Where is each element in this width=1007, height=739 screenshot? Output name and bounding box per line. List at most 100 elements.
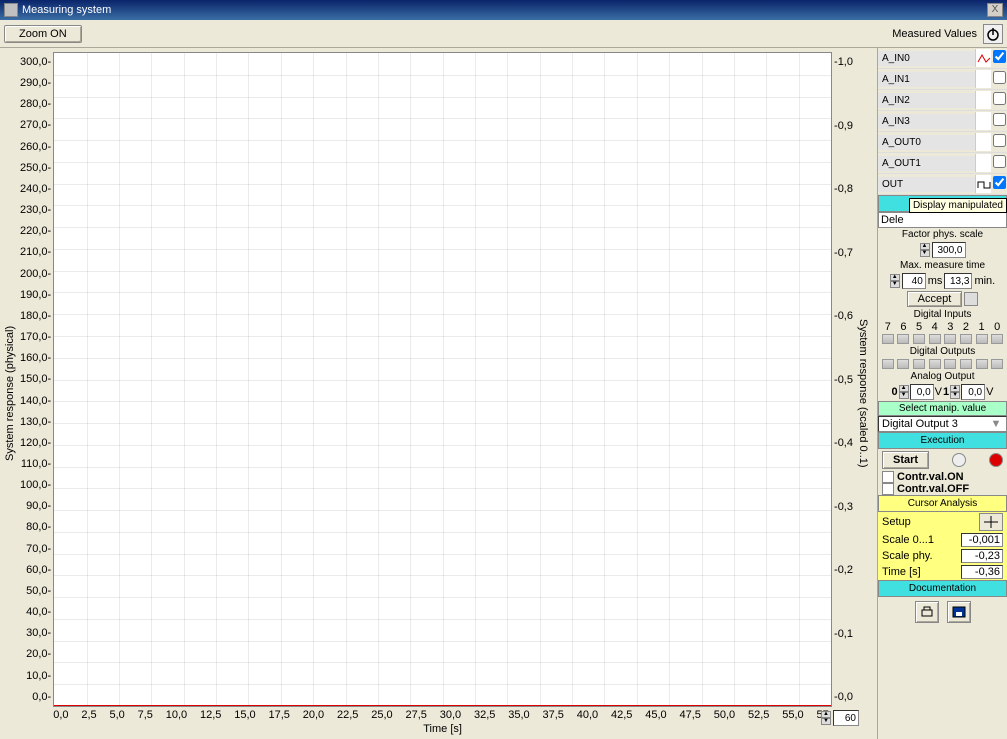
y-left-tick: 100,0- [20, 479, 51, 491]
time-label: Time [s] [882, 566, 921, 578]
din-slots [878, 333, 1007, 345]
xmax-down[interactable]: ▼ [821, 718, 831, 725]
signal-preview-icon [975, 49, 991, 67]
accept-button[interactable]: Accept [907, 291, 963, 307]
signal-label: A_IN3 [878, 114, 975, 129]
dout-slot[interactable] [960, 359, 972, 369]
signal-checkbox[interactable] [991, 71, 1007, 87]
dout-slot[interactable] [913, 359, 925, 369]
factor-up[interactable]: ▲ [920, 243, 930, 250]
xmax-input[interactable] [833, 710, 859, 726]
signal-preview-icon [975, 154, 991, 172]
y-left-tick: 170,0- [20, 331, 51, 343]
plot-canvas[interactable] [53, 52, 832, 707]
dout-slot[interactable] [944, 359, 956, 369]
contr-off-check[interactable] [882, 483, 894, 495]
y-right-tick: -0,9 [834, 120, 853, 132]
x-tick: 27,5 [405, 709, 426, 721]
factor-input[interactable] [932, 242, 966, 258]
chevron-down-icon: ▼ [989, 418, 1003, 430]
ms-up[interactable]: ▲ [890, 274, 900, 281]
ao0-up[interactable]: ▲ [899, 385, 909, 392]
y-left-tick: 180,0- [20, 310, 51, 322]
dout-slot[interactable] [929, 359, 941, 369]
y-left-tick: 300,0- [20, 56, 51, 68]
y-left-tick: 90,0- [20, 500, 51, 512]
ao0-unit: V [935, 386, 942, 398]
select-manip-label: Select manip. value [878, 401, 1007, 416]
y-left-tick: 130,0- [20, 416, 51, 428]
ms-input[interactable] [902, 273, 926, 289]
din-slot [944, 334, 956, 344]
power-icon[interactable] [983, 24, 1003, 44]
print-button[interactable] [915, 601, 939, 623]
din-slot [897, 334, 909, 344]
y-left-tick: 40,0- [20, 606, 51, 618]
dout-slot[interactable] [991, 359, 1003, 369]
x-tick: 7,5 [138, 709, 153, 721]
led-idle [952, 453, 966, 467]
y-left-tick: 110,0- [20, 458, 51, 470]
delete-label[interactable]: Dele [881, 214, 904, 226]
x-tick: 0,0 [53, 709, 68, 721]
signal-checkbox[interactable] [991, 155, 1007, 171]
dout-slots [878, 358, 1007, 370]
ao-ch0: 0 [892, 386, 898, 398]
x-tick: 32,5 [474, 709, 495, 721]
signal-checkbox[interactable] [991, 113, 1007, 129]
y-right-tick: -0,6 [834, 310, 853, 322]
din-bit-label: 1 [979, 321, 985, 333]
x-tick: 45,0 [645, 709, 666, 721]
y-left-tick: 80,0- [20, 521, 51, 533]
dout-slot[interactable] [882, 359, 894, 369]
ao1-up[interactable]: ▲ [950, 385, 960, 392]
x-tick: 15,0 [234, 709, 255, 721]
x-tick: 40,0 [577, 709, 598, 721]
y-left-tick: 120,0- [20, 437, 51, 449]
accept-icon[interactable] [964, 292, 978, 306]
y-left-tick: 270,0- [20, 119, 51, 131]
signal-checkbox[interactable] [991, 134, 1007, 150]
signal-checkbox[interactable] [991, 176, 1007, 192]
x-ticks: 0,02,55,07,510,012,515,017,520,022,525,0… [53, 707, 832, 723]
signal-row-A_OUT1: A_OUT1 [878, 153, 1007, 174]
ao1-input[interactable] [961, 384, 985, 400]
ao1-down[interactable]: ▼ [950, 392, 960, 399]
app-icon [4, 3, 18, 17]
signal-checkbox[interactable] [991, 92, 1007, 108]
din-bit-label: 2 [963, 321, 969, 333]
signal-row-A_IN3: A_IN3 [878, 111, 1007, 132]
x-tick: 47,5 [679, 709, 700, 721]
signal-label: A_OUT0 [878, 135, 975, 150]
x-tick: 35,0 [508, 709, 529, 721]
y-left-tick: 160,0- [20, 352, 51, 364]
save-button[interactable] [947, 601, 971, 623]
documentation-header: Documentation [878, 580, 1007, 597]
start-button[interactable]: Start [882, 451, 929, 469]
ms-down[interactable]: ▼ [890, 281, 900, 288]
signal-checkbox[interactable] [991, 50, 1007, 66]
factor-down[interactable]: ▼ [920, 250, 930, 257]
xmax-up[interactable]: ▲ [821, 711, 831, 718]
min-input[interactable] [944, 273, 972, 289]
contr-on-check[interactable] [882, 471, 894, 483]
signal-label: A_IN2 [878, 93, 975, 108]
ao0-down[interactable]: ▼ [899, 392, 909, 399]
y-left-tick: 280,0- [20, 98, 51, 110]
din-bit-label: 4 [932, 321, 938, 333]
zoom-on-button[interactable]: Zoom ON [4, 25, 82, 43]
x-axis-label: Time [s] [53, 723, 832, 735]
setup-label: Setup [882, 516, 911, 528]
close-button[interactable]: X [987, 3, 1003, 17]
manip-selected: Digital Output 3 [882, 418, 958, 430]
y-left-tick: 70,0- [20, 543, 51, 555]
ao0-input[interactable] [910, 384, 934, 400]
din-slot [991, 334, 1003, 344]
dout-slot[interactable] [897, 359, 909, 369]
setup-cursor-button[interactable] [979, 513, 1003, 531]
measured-values-label: Measured Values [892, 28, 977, 40]
x-tick: 25,0 [371, 709, 392, 721]
contr-off-label: Contr.val.OFF [897, 483, 969, 495]
manip-dropdown[interactable]: Digital Output 3 ▼ [878, 416, 1007, 432]
dout-slot[interactable] [976, 359, 988, 369]
